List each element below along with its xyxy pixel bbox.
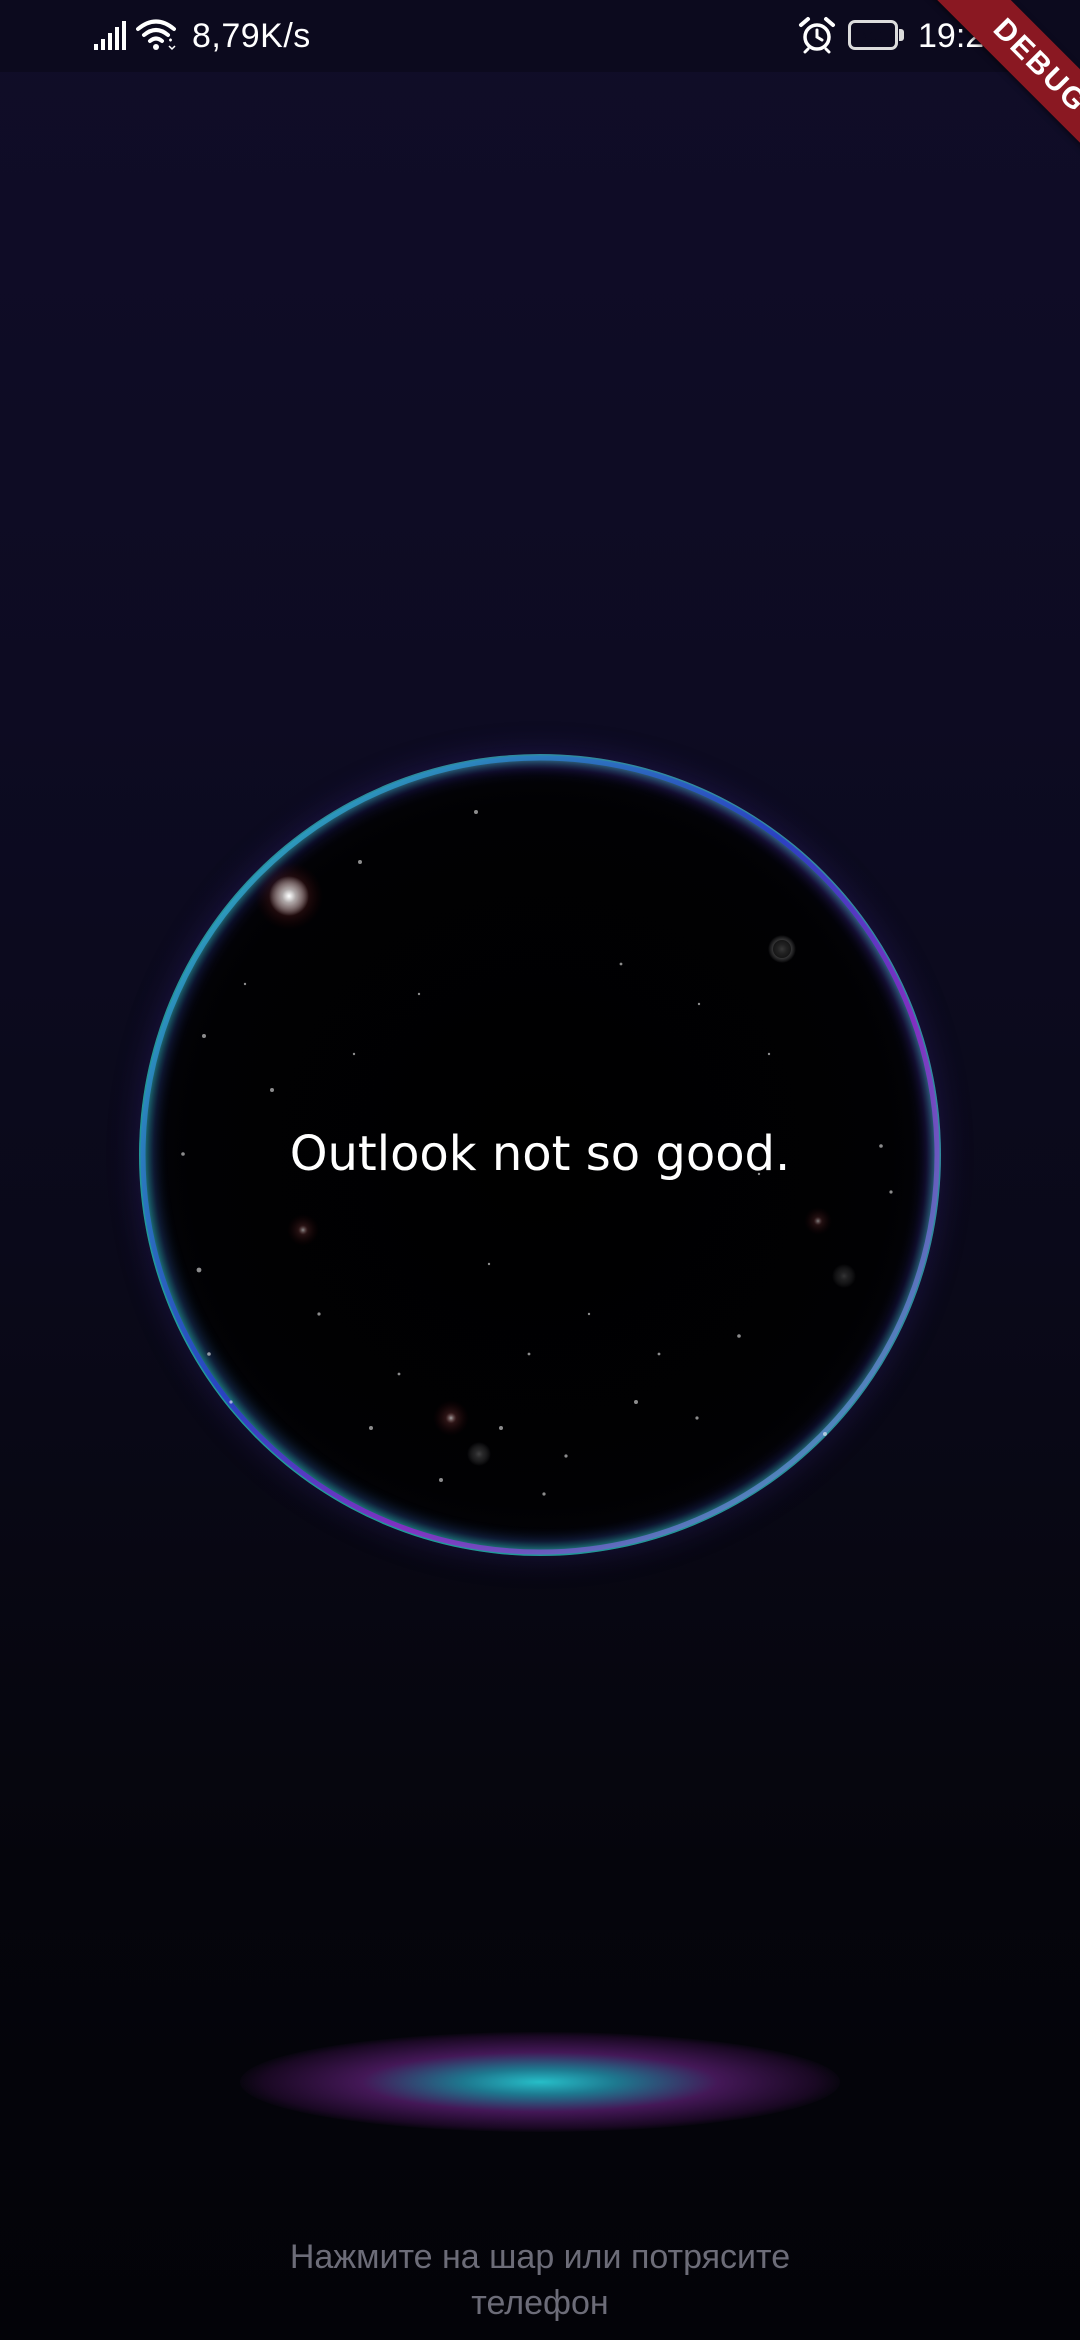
hint-line-1: Нажмите на шар или потрясите <box>289 2238 791 2276</box>
status-bar: 8,79K/s 80 19:28 <box>0 0 1080 72</box>
battery-tip <box>899 29 904 41</box>
network-speed: 8,79K/s <box>192 17 311 55</box>
wifi-icon <box>136 18 176 52</box>
app-screen: 8,79K/s 80 19:28 Outlook not so good. На… <box>0 0 1080 2340</box>
battery-icon: 80 <box>848 20 906 52</box>
hint-line-2: телефон <box>471 2284 609 2322</box>
alarm-icon <box>798 16 836 54</box>
battery-level: 80 <box>861 24 885 46</box>
orb-base-glow <box>240 2032 840 2132</box>
orb-answer: Outlook not so good. <box>289 1126 791 1182</box>
shake-hint: Нажмите на шар или потрясите телефон <box>140 2234 940 2326</box>
signal-icon <box>92 20 128 52</box>
